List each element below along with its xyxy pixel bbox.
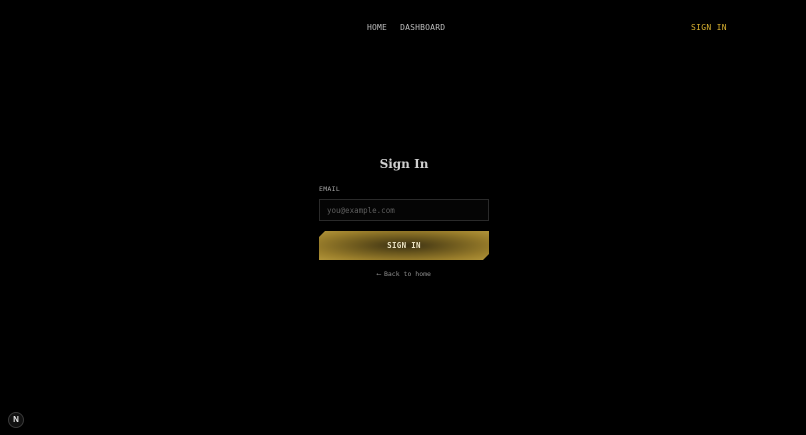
sign-in-form: Sign In EMAIL SIGN IN ⟵Back to home (319, 155, 489, 280)
page-title: Sign In (379, 157, 429, 171)
badge-letter: N (13, 415, 19, 424)
email-label: EMAIL (319, 185, 341, 193)
email-field[interactable] (319, 199, 489, 221)
back-to-home-label: Back to home (383, 270, 431, 278)
nextjs-logo-icon[interactable]: N (8, 412, 24, 428)
top-navigation: HOME DASHBOARD SIGN IN (0, 0, 806, 56)
nav-link-home[interactable]: HOME (367, 23, 387, 32)
back-to-home-link[interactable]: ⟵ Back to home (319, 270, 489, 280)
nav-sign-in-link[interactable]: SIGN IN (691, 23, 727, 32)
nav-link-dashboard[interactable]: DASHBOARD (400, 23, 445, 32)
sign-in-button[interactable]: SIGN IN (319, 231, 489, 260)
arrow-left-icon: ⟵ (377, 270, 381, 278)
nav-links: HOME DASHBOARD (367, 23, 445, 32)
